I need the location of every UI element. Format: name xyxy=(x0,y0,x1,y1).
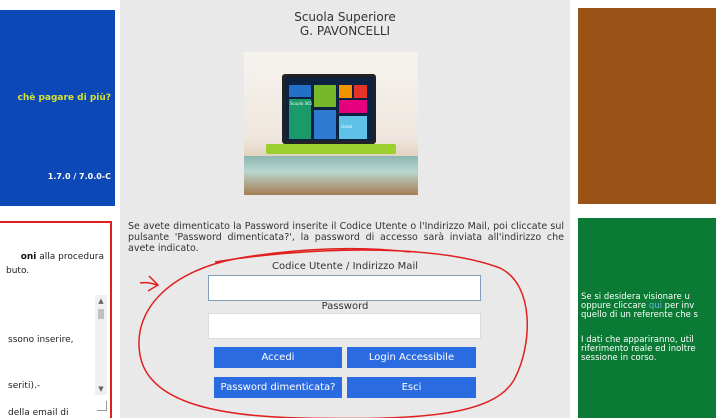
tile-logo xyxy=(289,85,311,97)
tile-scuola: Scuola 365 xyxy=(289,99,313,139)
user-code-input[interactable] xyxy=(208,275,481,301)
laptop-screen: Scuola 365 classi xyxy=(282,74,376,144)
books-stack xyxy=(244,156,418,195)
left-text-rest: alla procedura xyxy=(36,252,104,262)
user-code-label: Codice Utente / Indirizzo Mail xyxy=(272,261,418,272)
laptop-base xyxy=(266,144,396,154)
left-promo-panel[interactable]: chè pagare di più? 1.7.0 / 7.0.0-C xyxy=(0,10,115,206)
laptop-photo: Scuola 365 classi xyxy=(244,52,418,195)
left-text-line2: buto. xyxy=(6,266,30,276)
right-info-panel: Se si desidera visionare u oppure clicca… xyxy=(578,218,716,418)
login-panel: Scuola Superiore G. PAVONCELLI Scuola 36… xyxy=(120,0,570,418)
right-text-block1: Se si desidera visionare u oppure clicca… xyxy=(581,293,698,320)
right-text-line6: sessione in corso. xyxy=(581,353,657,363)
right-text-line3: quello di un referente che s xyxy=(581,310,698,320)
left-text-bold: oni xyxy=(20,252,37,262)
right-brown-panel[interactable] xyxy=(578,8,716,204)
scroll-up-arrow-icon[interactable]: ▲ xyxy=(95,295,107,307)
left-info-textarea[interactable]: oni alla procedura buto. ssono inserire,… xyxy=(0,221,112,418)
textarea-scrollbar[interactable]: ▲ ▼ xyxy=(95,295,107,395)
tile-green xyxy=(314,85,336,107)
version-label: 1.7.0 / 7.0.0-C xyxy=(47,172,111,181)
promo-text: chè pagare di più? xyxy=(17,93,111,103)
school-title-line2: G. PAVONCELLI xyxy=(299,24,391,38)
forgot-password-info: Se avete dimenticato la Password inserit… xyxy=(128,221,564,254)
page: chè pagare di più? 1.7.0 / 7.0.0-C oni a… xyxy=(0,0,716,418)
tile-classi: classi xyxy=(339,116,367,139)
password-label: Password xyxy=(321,301,369,312)
scroll-down-arrow-icon[interactable]: ▼ xyxy=(95,383,107,395)
tile-red xyxy=(354,85,367,98)
left-text-line5: della email di xyxy=(8,408,69,418)
tile-pink xyxy=(339,100,367,113)
left-text-line4: seriti).- xyxy=(8,381,41,391)
exit-button[interactable]: Esci xyxy=(347,377,476,398)
school-title-line1: Scuola Superiore xyxy=(294,10,396,24)
right-text-block2: I dati che appariranno, util riferimento… xyxy=(581,336,696,363)
forgot-password-button[interactable]: Password dimenticata? xyxy=(214,377,342,398)
accessible-login-button[interactable]: Login Accessibile xyxy=(347,347,476,368)
scroll-thumb[interactable] xyxy=(98,309,104,319)
left-text-line1: oni alla procedura xyxy=(21,251,104,263)
tile-classi-label: classi xyxy=(341,124,353,129)
tile-blue xyxy=(314,110,336,139)
login-button[interactable]: Accedi xyxy=(214,347,342,368)
tile-orange xyxy=(339,85,352,98)
password-input[interactable] xyxy=(208,313,481,339)
left-text-line3: ssono inserire, xyxy=(8,335,74,345)
tile-scuola-label: Scuola 365 xyxy=(290,101,313,106)
resize-grip-icon[interactable] xyxy=(97,401,107,411)
school-title: Scuola Superiore G. PAVONCELLI xyxy=(120,10,570,38)
